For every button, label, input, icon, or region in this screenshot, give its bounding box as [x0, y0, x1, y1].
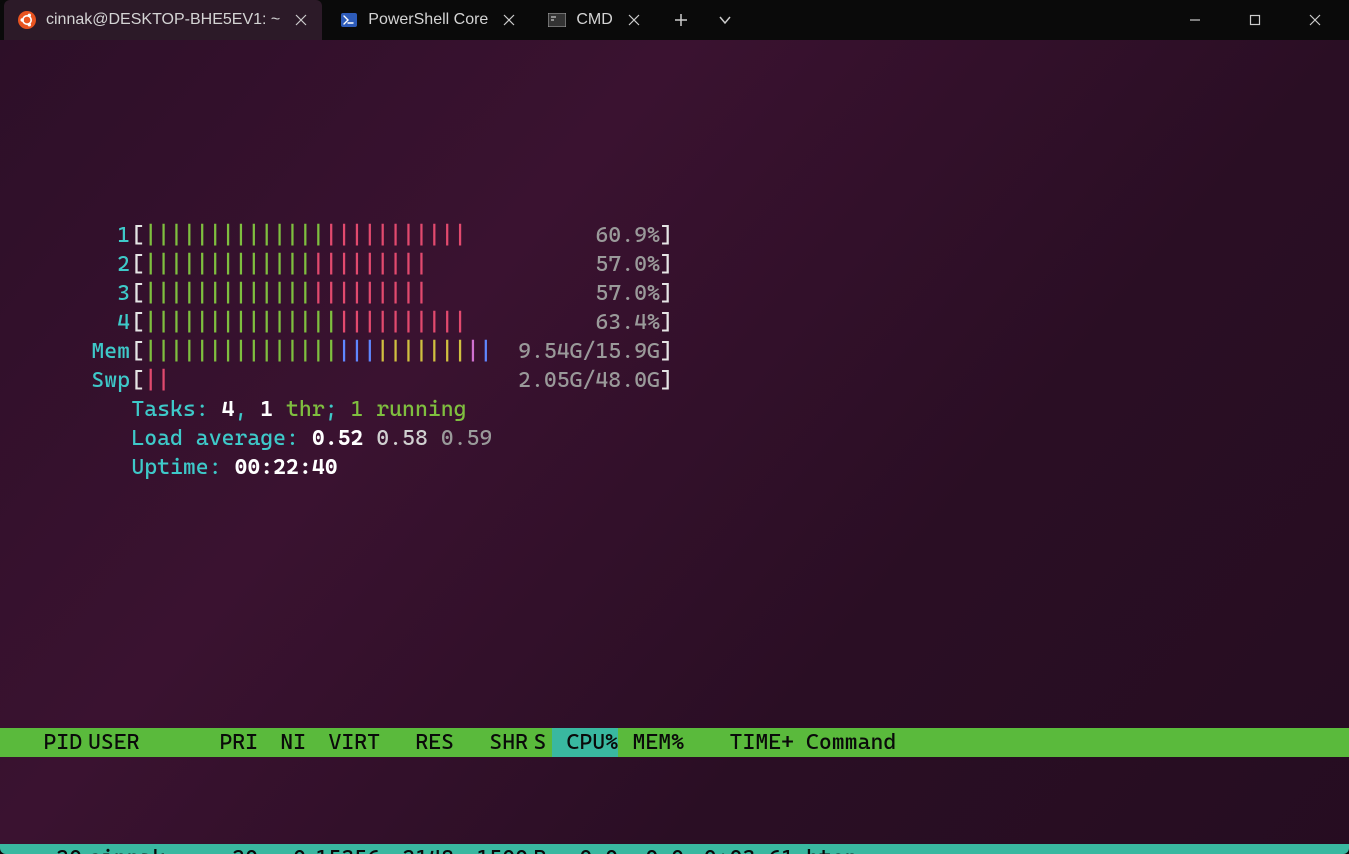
tab-ubuntu[interactable]: cinnak@DESKTOP-BHE5EV1: ~	[4, 0, 322, 40]
window-controls	[1165, 0, 1345, 40]
minimize-button[interactable]	[1165, 0, 1225, 40]
col-shr[interactable]: SHR	[454, 728, 528, 757]
close-icon[interactable]	[290, 9, 312, 31]
load-line: Load average: 0.52 0.58 0.59	[131, 424, 492, 453]
process-header: PID USER PRI NI VIRT RES SHR S CPU% MEM%…	[0, 728, 1349, 757]
tab-cmd[interactable]: CMD	[534, 0, 654, 40]
mem-meter: Mem[||||||||||||||||||||||||||| 9.54G/15…	[91, 337, 672, 366]
meters-block: 1[||||||||||||||||||||||||| 60.9%] 2[|||…	[14, 163, 1335, 511]
col-s[interactable]: S	[528, 728, 552, 757]
col-pri[interactable]: PRI	[208, 728, 258, 757]
terminal-pane[interactable]: 1[||||||||||||||||||||||||| 60.9%] 2[|||…	[0, 40, 1349, 854]
cpu-meter: 1[||||||||||||||||||||||||| 60.9%]	[91, 221, 672, 250]
col-virt[interactable]: VIRT	[306, 728, 380, 757]
col-time[interactable]: TIME+	[684, 728, 794, 757]
titlebar: cinnak@DESKTOP-BHE5EV1: ~ PowerShell Cor…	[0, 0, 1349, 40]
cmd-icon	[548, 11, 566, 29]
tab-strip: cinnak@DESKTOP-BHE5EV1: ~ PowerShell Cor…	[4, 0, 747, 40]
ubuntu-icon	[18, 11, 36, 29]
col-pid[interactable]: PID	[20, 728, 82, 757]
col-res[interactable]: RES	[380, 728, 454, 757]
terminal-window: cinnak@DESKTOP-BHE5EV1: ~ PowerShell Cor…	[0, 0, 1349, 854]
cpu-meter: 2[|||||||||||||||||||||| 57.0%]	[91, 250, 672, 279]
tasks-line: Tasks: 4, 1 thr; 1 running	[131, 395, 492, 424]
cpu-meter: 3[|||||||||||||||||||||| 57.0%]	[91, 279, 672, 308]
col-mem[interactable]: MEM%	[618, 728, 684, 757]
col-ni[interactable]: NI	[258, 728, 306, 757]
maximize-button[interactable]	[1225, 0, 1285, 40]
close-icon[interactable]	[498, 9, 520, 31]
close-icon[interactable]	[623, 9, 645, 31]
tab-label: PowerShell Core	[368, 11, 488, 29]
col-cpu[interactable]: CPU%	[552, 728, 618, 757]
process-list: 20cinnak2001535621481500R0.00.00:03.61ht…	[14, 844, 1335, 854]
swap-meter: Swp[|| 2.05G/48.0G]	[91, 366, 672, 395]
tab-powershell[interactable]: PowerShell Core	[326, 0, 530, 40]
process-row[interactable]: 20cinnak2001535621481500R0.00.00:03.61ht…	[0, 844, 1349, 854]
tab-label: CMD	[576, 11, 612, 29]
powershell-icon	[340, 11, 358, 29]
window-close-button[interactable]	[1285, 0, 1345, 40]
new-tab-button[interactable]	[659, 0, 703, 40]
cpu-meter: 4[||||||||||||||||||||||||| 63.4%]	[91, 308, 672, 337]
uptime-line: Uptime: 00:22:40	[131, 453, 492, 482]
col-cmd[interactable]: Command	[794, 728, 1335, 757]
tab-dropdown-button[interactable]	[703, 0, 747, 40]
tab-label: cinnak@DESKTOP-BHE5EV1: ~	[46, 11, 280, 29]
col-user[interactable]: USER	[82, 728, 208, 757]
